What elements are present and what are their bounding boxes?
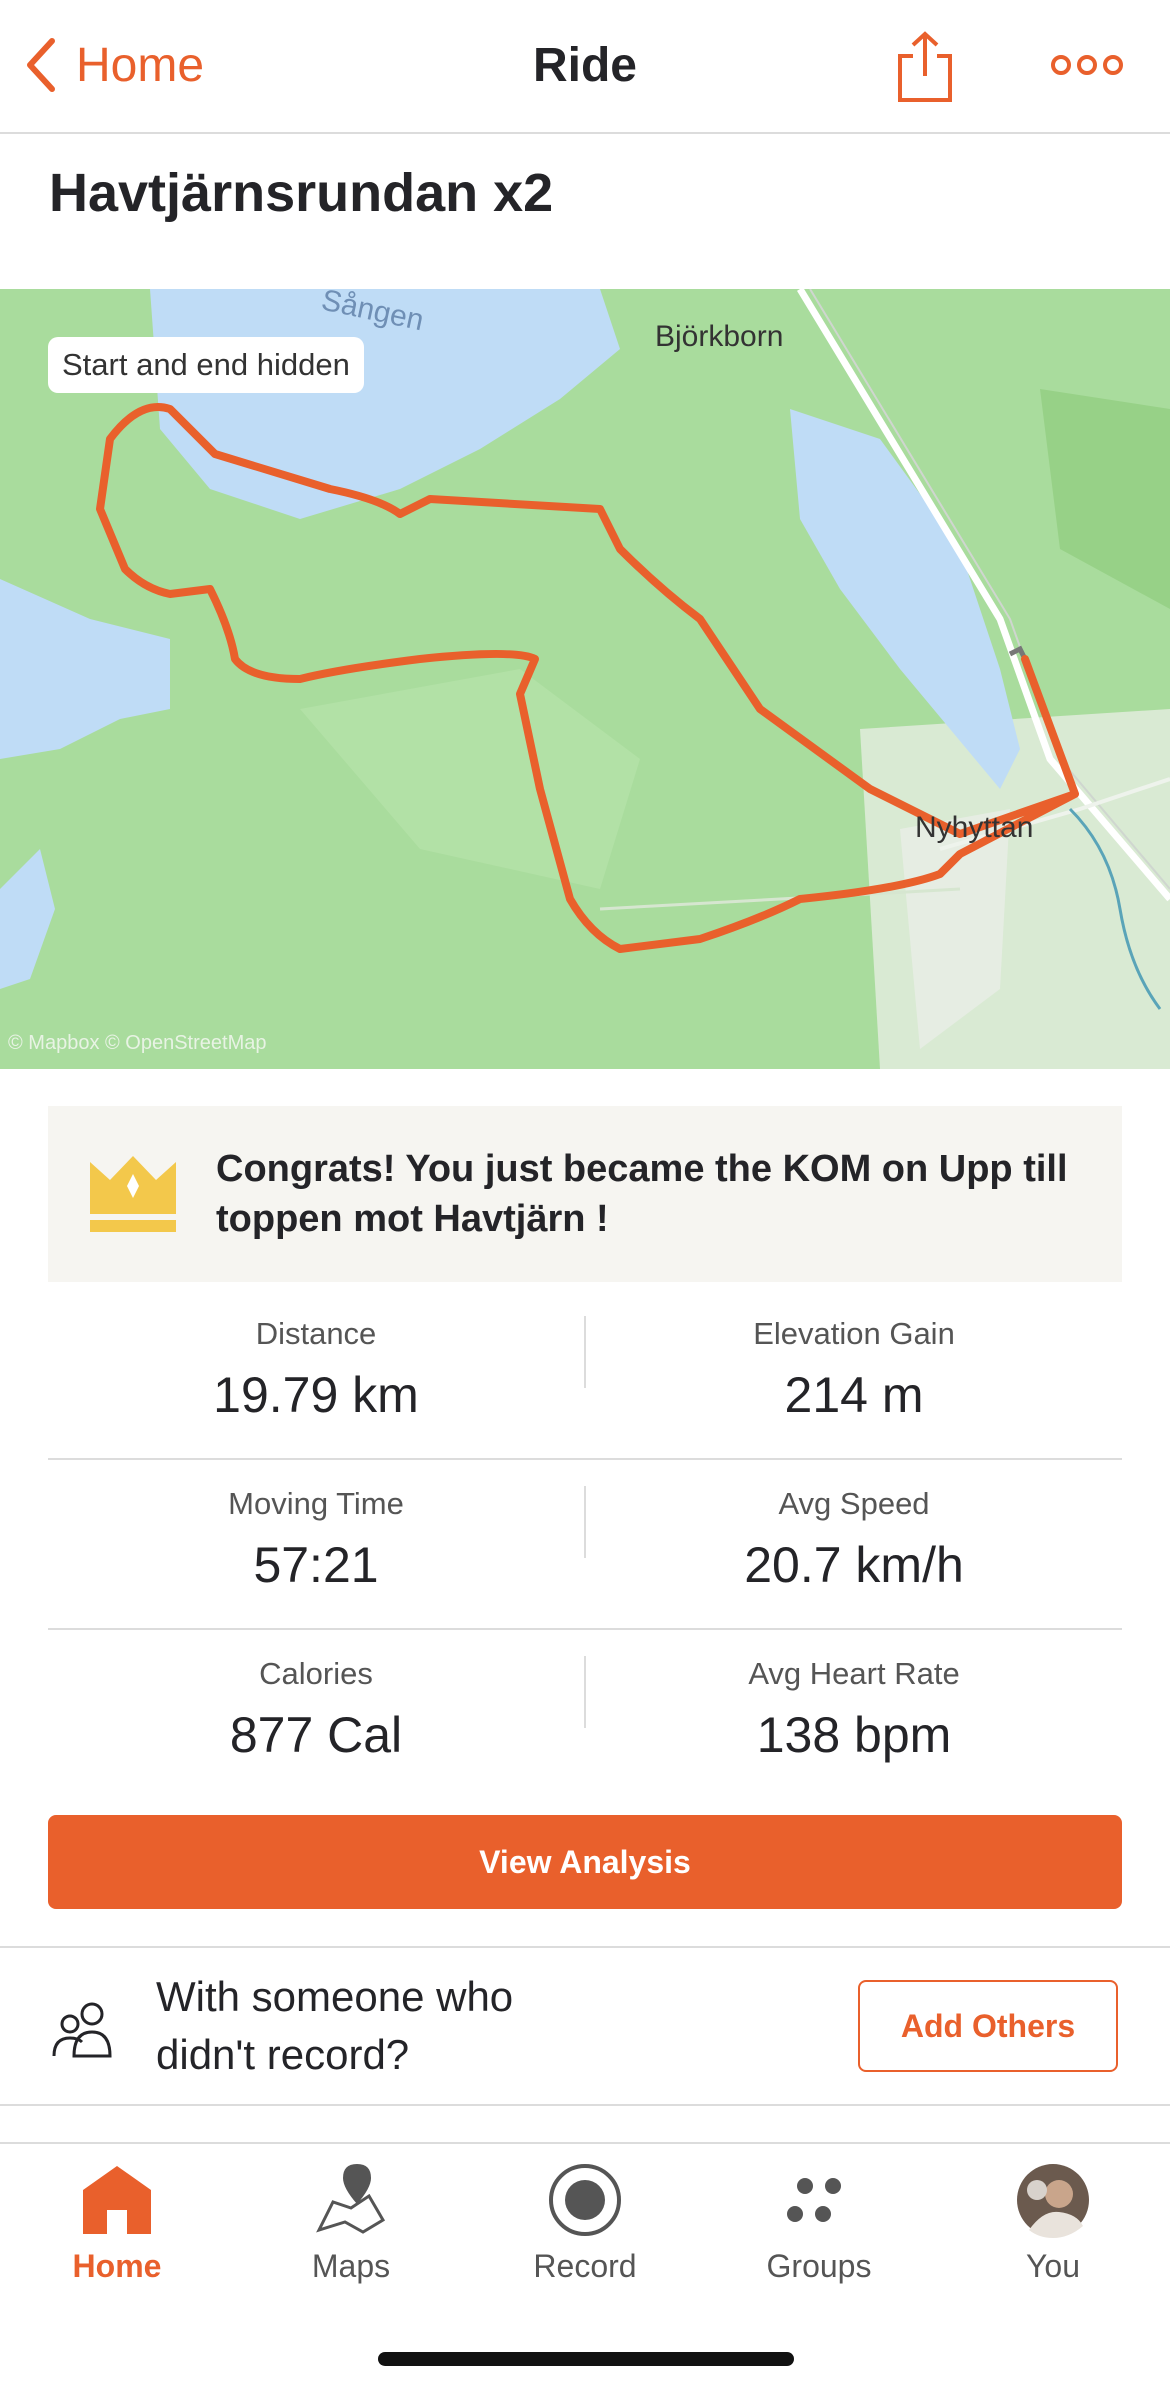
stat-avg-speed: Avg Speed 20.7 km/h: [586, 1486, 1122, 1594]
stat-value: 877 Cal: [229, 1707, 403, 1763]
maps-icon: [316, 2164, 386, 2234]
more-options-icon[interactable]: [1050, 40, 1124, 90]
tab-label: Home: [72, 2248, 162, 2284]
stat-avg-heart-rate: Avg Heart Rate 138 bpm: [586, 1656, 1122, 1764]
tab-maps[interactable]: Maps: [234, 2160, 468, 2310]
tab-label: You: [1026, 2248, 1080, 2284]
stat-value: 20.7 km/h: [744, 1537, 964, 1593]
stat-value: 19.79 km: [213, 1367, 419, 1423]
stat-label: Avg Speed: [778, 1486, 930, 1521]
stat-calories: Calories 877 Cal: [48, 1656, 584, 1764]
section-divider: [0, 2104, 1170, 2106]
privacy-badge: Start and end hidden: [48, 337, 364, 393]
share-icon[interactable]: [895, 30, 955, 104]
back-button[interactable]: Home: [24, 30, 204, 100]
back-label: Home: [76, 38, 205, 92]
stat-label: Calories: [259, 1656, 373, 1691]
tab-label: Record: [533, 2248, 637, 2284]
avatar: [1017, 2164, 1089, 2238]
stat-label: Distance: [255, 1316, 377, 1351]
tab-label: Groups: [766, 2248, 872, 2284]
place-label-bjorkborn: Björkborn: [655, 320, 783, 353]
stats-row-2: Moving Time 57:21 Avg Speed 20.7 km/h: [48, 1458, 1122, 1630]
add-others-button[interactable]: Add Others: [858, 1980, 1118, 2072]
achievement-banner[interactable]: Congrats! You just became the KOM on Upp…: [48, 1106, 1122, 1282]
stat-label: Moving Time: [228, 1486, 404, 1521]
record-icon: [549, 2164, 621, 2236]
stat-moving-time: Moving Time 57:21: [48, 1486, 584, 1594]
stat-label: Avg Heart Rate: [748, 1656, 960, 1691]
tab-home[interactable]: Home: [0, 2160, 234, 2310]
tag-others-prompt: With someone who didn't record?: [156, 1973, 514, 2078]
people-icon: [52, 2002, 112, 2058]
map-attribution[interactable]: © Mapbox © OpenStreetMap: [8, 1032, 267, 1055]
crown-icon: [90, 1156, 176, 1232]
tab-groups[interactable]: Groups: [702, 2160, 936, 2310]
lake-west: [0, 579, 170, 759]
tab-label: Maps: [311, 2248, 391, 2284]
activity-title: Havtjärnsrundan x2: [49, 163, 554, 223]
chevron-left-icon: [27, 38, 55, 92]
view-analysis-button[interactable]: View Analysis: [48, 1815, 1122, 1909]
tab-you[interactable]: You: [936, 2160, 1170, 2310]
map-canvas: Björkborn Nyhyttan Sången: [0, 289, 1170, 1069]
groups-icon: [787, 2178, 841, 2222]
tab-record[interactable]: Record: [468, 2160, 702, 2310]
stats-row-3: Calories 877 Cal Avg Heart Rate 138 bpm: [48, 1628, 1122, 1798]
achievement-text: Congrats! You just became the KOM on Upp…: [216, 1148, 1068, 1240]
home-icon: [83, 2166, 151, 2234]
stat-label: Elevation Gain: [753, 1316, 955, 1351]
stat-distance: Distance 19.79 km: [48, 1316, 584, 1424]
stat-value: 214 m: [784, 1367, 924, 1423]
stat-elevation-gain: Elevation Gain 214 m: [586, 1316, 1122, 1424]
section-divider: [0, 1946, 1170, 1948]
route-map[interactable]: Björkborn Nyhyttan Sången Start and end …: [0, 289, 1170, 1069]
stat-value: 138 bpm: [756, 1707, 952, 1763]
place-label-nyhyttan: Nyhyttan: [915, 811, 1033, 844]
stats-row-1: Distance 19.79 km Elevation Gain 214 m: [48, 1288, 1122, 1460]
stat-value: 57:21: [253, 1537, 379, 1593]
lake-southwest: [0, 849, 55, 989]
home-indicator[interactable]: [378, 2352, 794, 2366]
top-nav-bar: Ride Home: [0, 0, 1170, 134]
